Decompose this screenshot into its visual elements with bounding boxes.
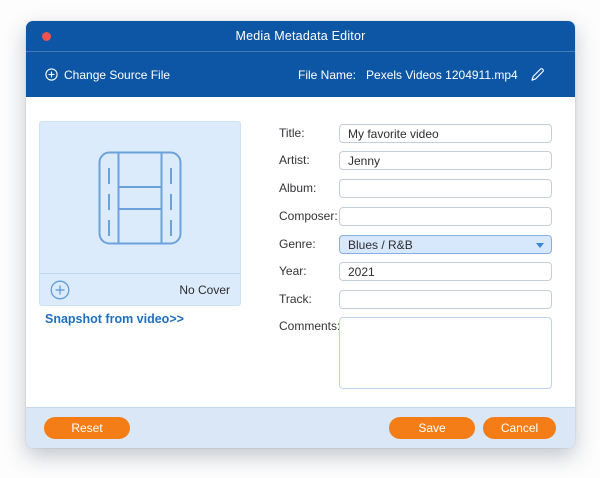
composer-input[interactable] (339, 207, 552, 226)
change-source-file-button[interactable]: Change Source File (45, 52, 170, 97)
window-title: Media Metadata Editor (236, 29, 366, 43)
genre-selected-value: Blues / R&B (348, 238, 413, 252)
chevron-down-icon (536, 243, 544, 248)
media-metadata-editor-window: Media Metadata Editor Change Source File… (26, 21, 575, 448)
year-input[interactable] (339, 262, 552, 281)
genre-select[interactable]: Blues / R&B (339, 235, 552, 254)
window-titlebar: Media Metadata Editor (26, 21, 575, 52)
file-name-group: File Name: Pexels Videos 1204911.mp4 (298, 52, 545, 97)
cover-art-panel: No Cover (39, 121, 241, 306)
year-label: Year: (279, 264, 307, 278)
add-cover-button[interactable] (50, 280, 70, 300)
snapshot-from-video-link[interactable]: Snapshot from video>> (45, 312, 184, 326)
composer-label: Composer: (279, 209, 338, 223)
close-window-button[interactable] (42, 32, 51, 41)
title-input[interactable] (339, 124, 552, 143)
footer-bar: Reset Save Cancel (26, 407, 575, 448)
save-button[interactable]: Save (389, 417, 475, 439)
content-area: No Cover Snapshot from video>> Title: Ar… (26, 97, 575, 407)
track-label: Track: (279, 292, 312, 306)
file-name-label: File Name: (298, 68, 356, 82)
comments-label: Comments: (279, 319, 340, 333)
cover-actions-bar: No Cover (40, 273, 240, 305)
album-input[interactable] (339, 179, 552, 198)
cancel-button[interactable]: Cancel (483, 417, 556, 439)
genre-label: Genre: (279, 237, 316, 251)
toolbar: Change Source File File Name: Pexels Vid… (26, 52, 575, 97)
file-name-value: Pexels Videos 1204911.mp4 (366, 68, 518, 82)
comments-textarea[interactable] (339, 317, 552, 389)
add-circle-icon (45, 68, 58, 81)
change-source-file-label: Change Source File (64, 68, 170, 82)
film-strip-icon (98, 151, 182, 245)
footer-right-buttons: Save Cancel (389, 417, 556, 439)
reset-button[interactable]: Reset (44, 417, 130, 439)
edit-file-name-icon[interactable] (530, 67, 545, 82)
album-label: Album: (279, 181, 316, 195)
no-cover-label: No Cover (179, 283, 230, 297)
track-input[interactable] (339, 290, 552, 309)
artist-input[interactable] (339, 151, 552, 170)
cover-preview (40, 122, 240, 274)
title-label: Title: (279, 126, 305, 140)
desktop-background: Media Metadata Editor Change Source File… (0, 0, 600, 478)
artist-label: Artist: (279, 153, 310, 167)
